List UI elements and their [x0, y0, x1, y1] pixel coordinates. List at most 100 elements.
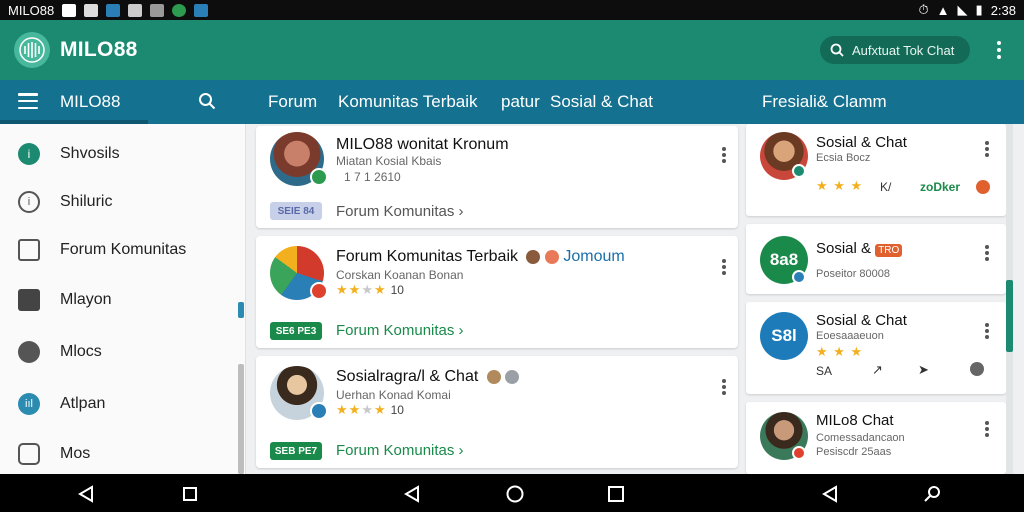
sidebar-item-mlayon[interactable]: Mlayon [0, 278, 236, 322]
chat-title: MILo8 Chat [816, 412, 894, 429]
chat-title-text: Sosial & [816, 240, 872, 257]
sidebar-item-mos[interactable]: Mos [0, 432, 236, 476]
card-menu-icon[interactable] [719, 258, 729, 276]
card-title-text: Forum Komunitas Terbaik [336, 248, 518, 265]
chat-footer-right: zoDker [920, 180, 961, 194]
card-menu-icon[interactable] [719, 378, 729, 396]
sidebar-item-label: Shiluric [60, 193, 113, 210]
sidebar-item-forum-komunitas[interactable]: Forum Komunitas [0, 228, 236, 272]
whatsapp-icon [172, 3, 187, 17]
info-icon: i [18, 143, 40, 165]
calendar-icon [194, 3, 209, 17]
card-meta: 1 7 1 2610 [344, 170, 401, 184]
box-icon [18, 443, 40, 465]
card-menu-icon[interactable] [719, 146, 729, 164]
hexagon-icon: i [18, 191, 40, 213]
rating-stars: ★ ★ ★ [816, 178, 864, 193]
sidebar-item-label: Mlayon [60, 291, 112, 308]
sidebar-scrollbar-thumb[interactable] [238, 302, 244, 318]
chevron-right-icon: › [458, 442, 464, 459]
chat-menu-icon[interactable] [982, 420, 992, 438]
signal-icon: ▲ [936, 2, 950, 18]
chevron-right-icon: › [458, 322, 464, 339]
back-icon[interactable] [76, 484, 96, 504]
search-icon [830, 43, 844, 57]
sidebar-item-mlocs[interactable]: Mlocs [0, 330, 236, 374]
chat-card[interactable]: 8a8 Sosial & TRO Poseitor 80008 [746, 224, 1006, 294]
recents-icon[interactable] [606, 484, 626, 504]
send-icon[interactable]: ➤ [918, 362, 929, 378]
sidebar-item-label: Shvosils [60, 145, 120, 162]
back-icon[interactable] [820, 484, 840, 504]
sidebar-item-shvosils[interactable]: i Shvosils [0, 132, 236, 176]
card-title: Forum Komunitas Terbaik Jomoum [336, 248, 625, 266]
home-icon[interactable] [505, 484, 525, 504]
feed-card[interactable]: Sosialragra/l & Chat Uerhan Konad Komai … [256, 356, 738, 468]
chat-menu-icon[interactable] [982, 322, 992, 340]
card-link-label: Forum Komunitas [336, 203, 455, 220]
sidebar-item-shiluric[interactable]: i Shiluric [0, 180, 236, 224]
chat-footer-left: SA [816, 364, 833, 378]
rating-stars: ★ ★ ★ [816, 344, 864, 359]
card-title: MILO88 wonitat Kronum [336, 136, 509, 153]
notification-badge-icon [792, 446, 806, 460]
back-icon[interactable] [402, 484, 422, 504]
recents-icon[interactable] [180, 484, 200, 504]
overflow-menu-icon[interactable] [990, 38, 1008, 62]
nav-bar: MILO88 Forum Komunitas Terbaik patur Sos… [0, 80, 1024, 124]
card-subtitle: Uerhan Konad Komai [336, 388, 451, 402]
card-link-label: Forum Komunitas [336, 322, 455, 339]
app-bar: MILO88 Aufxtuat Tok Chat [0, 20, 1024, 80]
search-icon[interactable] [922, 484, 942, 504]
nav-link-komunitas[interactable]: Komunitas Terbaik [338, 92, 478, 112]
chat-menu-icon[interactable] [982, 140, 992, 158]
nav-search-icon[interactable] [198, 92, 216, 115]
sidebar: i Shvosils i Shiluric Forum Komunitas Ml… [0, 124, 246, 474]
rating-count: 10 [390, 283, 404, 297]
alarm-icon: ⏱ [918, 2, 929, 17]
settings-icon[interactable] [970, 362, 984, 376]
chat-title: Sosial & TRO [816, 240, 903, 257]
chat-card[interactable]: MILo8 Chat Comessadancaon Pesiscdr 25aas [746, 402, 1006, 474]
feed-card[interactable]: Forum Komunitas Terbaik Jomoum Corskan K… [256, 236, 738, 348]
nav-link-patur[interactable]: patur [501, 92, 540, 112]
chat-scrollbar-thumb[interactable] [1006, 280, 1013, 352]
card-title-extra: Jomoum [563, 248, 625, 265]
sidebar-item-label: Forum Komunitas [60, 241, 187, 258]
app-badge-icon [544, 249, 559, 264]
chat-card[interactable]: Sosial & Chat Ecsia Bocz ★ ★ ★ K/ zoDker [746, 124, 1006, 216]
card-title: Sosialragra/l & Chat [336, 368, 520, 386]
nav-link-forum[interactable]: Forum [268, 92, 317, 112]
sidebar-scrollbar-track[interactable] [238, 364, 244, 474]
nav-link-sosial-chat[interactable]: Sosial & Chat [550, 92, 653, 112]
app-logo-icon [14, 32, 50, 68]
card-subtitle: Corskan Koanan Bonan [336, 268, 464, 282]
battery-icon: ▮ [975, 2, 983, 17]
rating-stars: ★★★★ 10 [336, 402, 404, 417]
card-link[interactable]: Forum Komunitas › [336, 322, 464, 339]
chat-subtitle: Ecsia Bocz [816, 152, 871, 164]
rating-stars: ★★★★ 10 [336, 282, 404, 297]
chat-card[interactable]: S8l Sosial & Chat Eoesaaaeuon ★ ★ ★ SA ↗… [746, 302, 1006, 394]
chat-panel: Sosial & Chat Ecsia Bocz ★ ★ ★ K/ zoDker… [746, 124, 1024, 474]
hamburger-menu-icon[interactable] [18, 93, 38, 109]
wifi-icon: ◣ [957, 2, 968, 17]
sidebar-item-atlpan[interactable]: iıl Atlpan [0, 382, 236, 426]
verified-badge-icon [310, 402, 328, 420]
card-link[interactable]: Forum Komunitas › [336, 442, 464, 459]
card-link-label: Forum Komunitas [336, 442, 455, 459]
share-icon[interactable]: ↗ [872, 362, 883, 378]
chat-footer-mid: K/ [880, 180, 892, 194]
card-link[interactable]: Forum Komunitas › [336, 203, 464, 220]
app-icon [106, 3, 121, 17]
carrier-label: MILO88 [8, 2, 55, 18]
rating-count: 10 [390, 403, 404, 417]
chat-menu-icon[interactable] [982, 244, 992, 262]
search-chat-button[interactable]: Aufxtuat Tok Chat [820, 36, 970, 64]
nav-link-fresiali[interactable]: Fresiali& Clamm [762, 92, 887, 112]
avatar: S8l [760, 312, 808, 360]
chat-title: Sosial & Chat [816, 134, 907, 151]
feed-card[interactable]: MILO88 wonitat Kronum Miatan Kosial Kbai… [256, 126, 738, 228]
card-tag: SEB PE7 [270, 442, 322, 460]
online-badge-icon [792, 164, 806, 178]
